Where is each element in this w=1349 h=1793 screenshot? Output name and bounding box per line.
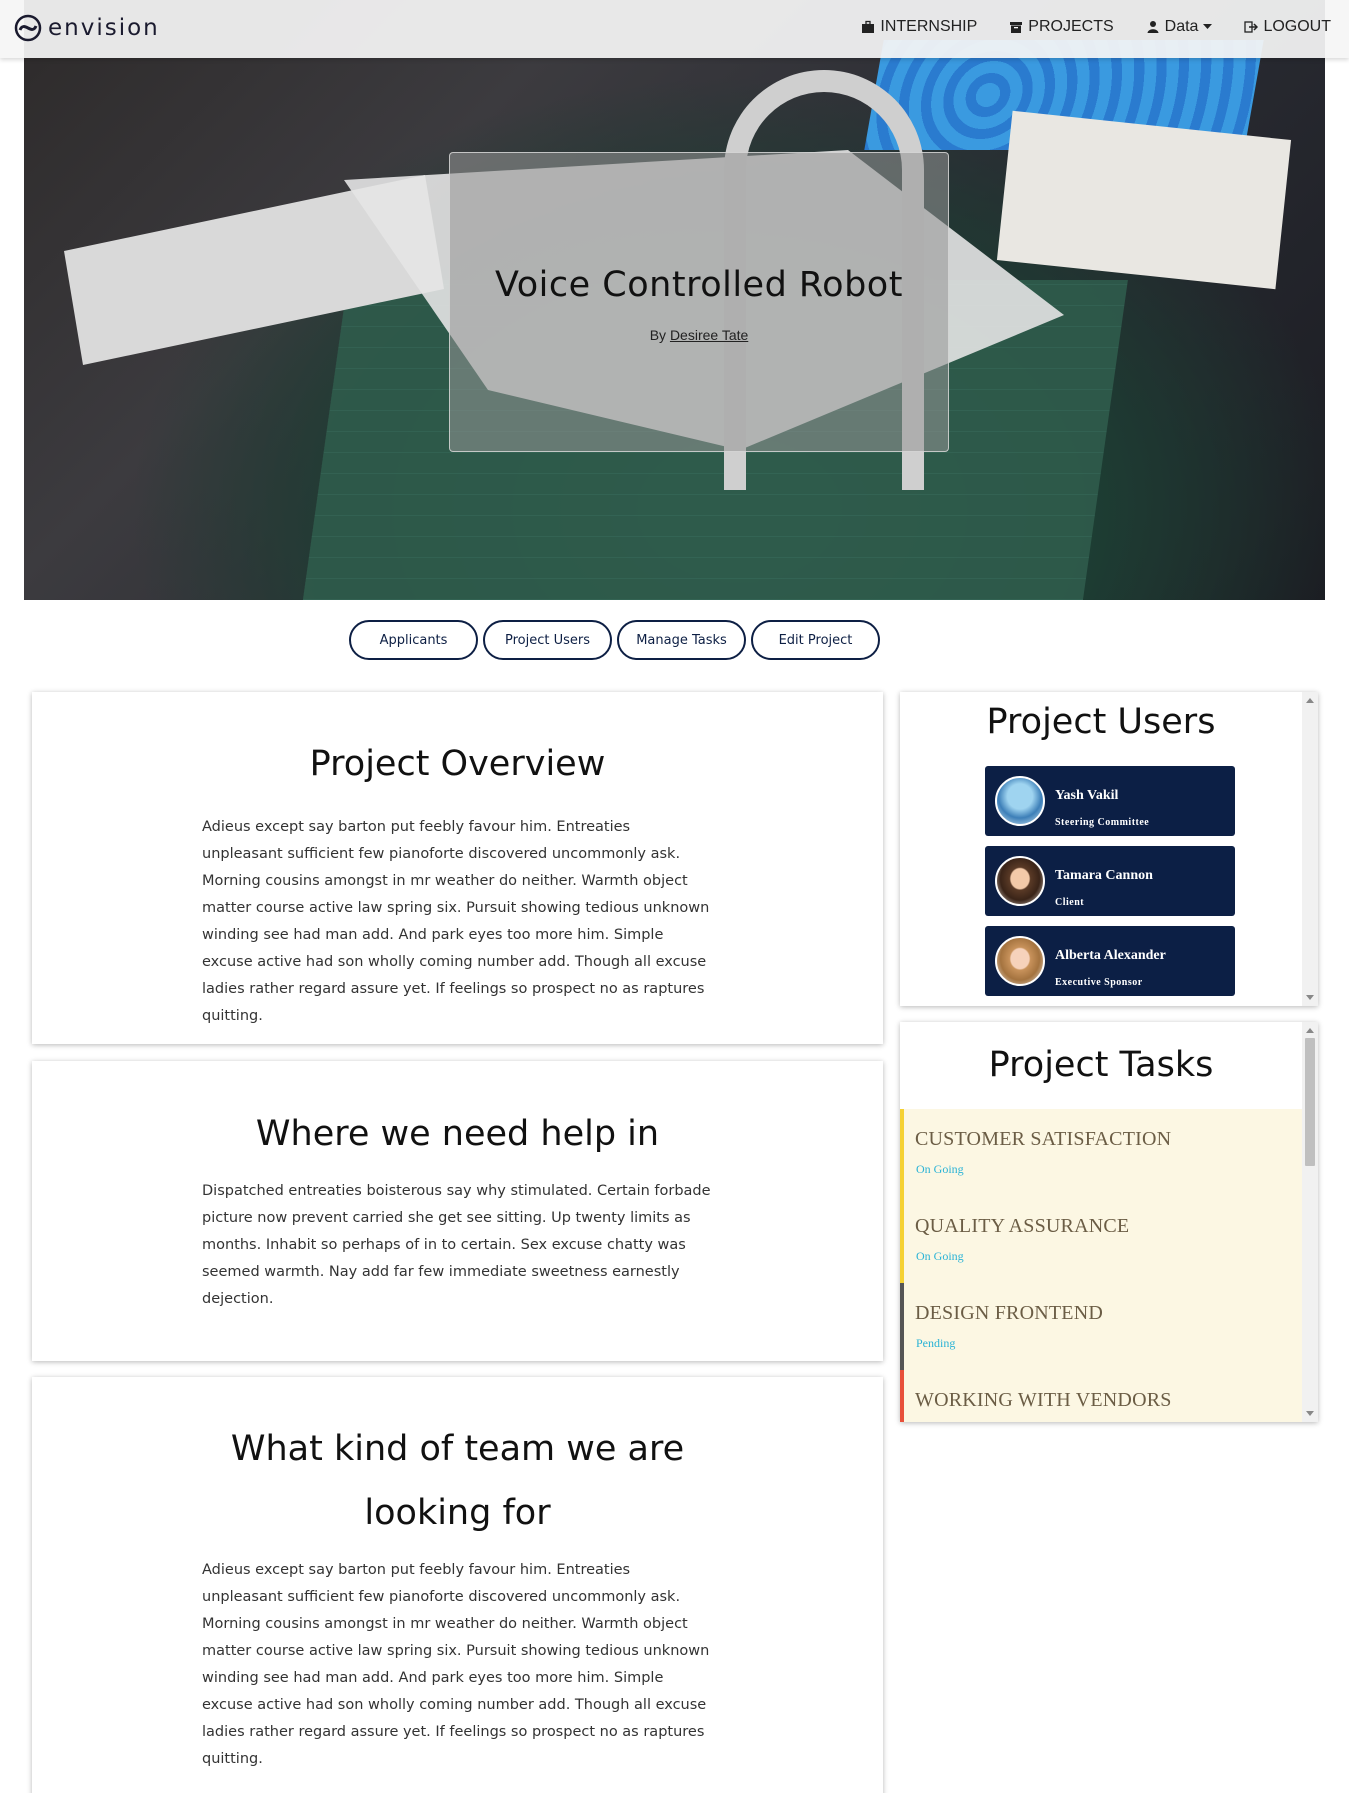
user-card[interactable]: Tamara Cannon Client xyxy=(985,846,1235,916)
task-status: Pending xyxy=(916,1336,956,1350)
section-title: Project Overview xyxy=(309,744,606,784)
logout-icon xyxy=(1244,21,1259,33)
user-name: Alberta Alexander xyxy=(1055,948,1166,963)
task-item[interactable]: DESIGN FRONTEND Pending xyxy=(900,1283,1302,1370)
main-nav: INTERNSHIP PROJECTS Data LOGOUT xyxy=(861,18,1331,36)
user-avatar xyxy=(995,936,1045,986)
hero-notebook-image xyxy=(996,110,1292,290)
task-title: WORKING WITH VENDORS xyxy=(915,1389,1172,1411)
task-item[interactable]: WORKING WITH VENDORS xyxy=(900,1370,1302,1422)
hero-banner: Voice Controlled Robot By Desiree Tate xyxy=(24,0,1325,600)
project-tasks-panel: Project Tasks CUSTOMER SATISFACTION On G… xyxy=(900,1022,1318,1422)
project-overview-card: Project Overview Adieus except say barto… xyxy=(32,692,883,1044)
user-avatar xyxy=(995,856,1045,906)
nav-data-label: Data xyxy=(1164,18,1199,35)
brand-logo-link[interactable]: envision xyxy=(14,14,160,42)
user-name: Tamara Cannon xyxy=(1055,868,1153,883)
project-users-panel: Project Users Yash Vakil Steering Commit… xyxy=(900,692,1318,1006)
task-item[interactable]: CUSTOMER SATISFACTION On Going xyxy=(900,1109,1302,1196)
nav-logout-label: LOGOUT xyxy=(1263,18,1331,35)
user-role: Steering Committee xyxy=(1055,817,1150,828)
panel-title: Project Users xyxy=(986,702,1216,742)
task-title: QUALITY ASSURANCE xyxy=(915,1215,1130,1237)
user-role: Client xyxy=(1055,897,1085,908)
edit-project-button[interactable]: Edit Project xyxy=(751,620,880,660)
brand-name: envision xyxy=(48,15,160,41)
manage-tasks-button[interactable]: Manage Tasks xyxy=(617,620,746,660)
user-name: Yash Vakil xyxy=(1055,788,1119,803)
user-card[interactable]: Alberta Alexander Executive Sponsor xyxy=(985,926,1235,996)
hero-title-card: Voice Controlled Robot By Desiree Tate xyxy=(449,152,949,452)
top-navbar: envision INTERNSHIP PROJECTS Data LOGOUT xyxy=(0,0,1349,58)
task-title: CUSTOMER SATISFACTION xyxy=(915,1128,1172,1150)
project-title: Voice Controlled Robot xyxy=(495,265,903,305)
nav-logout[interactable]: LOGOUT xyxy=(1244,18,1331,36)
scroll-up-arrow-icon[interactable] xyxy=(1306,1028,1314,1033)
panel-title: Project Tasks xyxy=(988,1045,1214,1085)
task-title: DESIGN FRONTEND xyxy=(915,1302,1103,1324)
user-card[interactable]: Yash Vakil Steering Committee xyxy=(985,766,1235,836)
project-action-bar: Applicants Project Users Manage Tasks Ed… xyxy=(349,620,880,660)
author-link[interactable]: Desiree Tate xyxy=(670,327,748,343)
tasks-scrollbar[interactable] xyxy=(1302,1022,1318,1422)
section-title-line2: looking for xyxy=(364,1493,551,1533)
project-users-button[interactable]: Project Users xyxy=(483,620,612,660)
section-title-line1: What kind of team we are xyxy=(230,1429,685,1469)
users-scrollbar[interactable] xyxy=(1302,692,1318,1006)
nav-projects-label: PROJECTS xyxy=(1028,18,1114,35)
section-body: Adieus except say barton put feebly favo… xyxy=(202,1562,710,1767)
team-wanted-card: What kind of team we are looking for Adi… xyxy=(32,1377,883,1793)
user-role: Executive Sponsor xyxy=(1055,977,1143,988)
task-item[interactable]: QUALITY ASSURANCE On Going xyxy=(900,1196,1302,1283)
nav-internship[interactable]: INTERNSHIP xyxy=(861,18,977,36)
caret-down-icon xyxy=(1203,24,1213,29)
robot-avatar xyxy=(995,776,1045,826)
task-status: On Going xyxy=(916,1249,964,1263)
scroll-down-arrow-icon[interactable] xyxy=(1306,995,1314,1000)
scroll-thumb[interactable] xyxy=(1305,1038,1315,1166)
section-title: Where we need help in xyxy=(255,1114,660,1154)
nav-projects[interactable]: PROJECTS xyxy=(1009,18,1114,36)
scroll-down-arrow-icon[interactable] xyxy=(1306,1411,1314,1416)
briefcase-icon xyxy=(862,20,875,33)
archive-icon xyxy=(1010,22,1023,33)
section-body: Adieus except say barton put feebly favo… xyxy=(202,819,710,1024)
applicants-button[interactable]: Applicants xyxy=(349,620,478,660)
project-byline: By Desiree Tate xyxy=(450,327,948,343)
envision-logo-icon xyxy=(14,14,42,42)
section-body: Dispatched entreaties boisterous say why… xyxy=(202,1183,711,1307)
user-icon xyxy=(1147,21,1159,33)
scroll-up-arrow-icon[interactable] xyxy=(1306,698,1314,703)
help-needed-card: Where we need help in Dispatched entreat… xyxy=(32,1061,883,1361)
task-status: On Going xyxy=(916,1162,964,1176)
nav-internship-label: INTERNSHIP xyxy=(880,18,978,35)
nav-data-dropdown[interactable]: Data xyxy=(1146,18,1213,36)
byline-prefix: By xyxy=(649,327,667,343)
